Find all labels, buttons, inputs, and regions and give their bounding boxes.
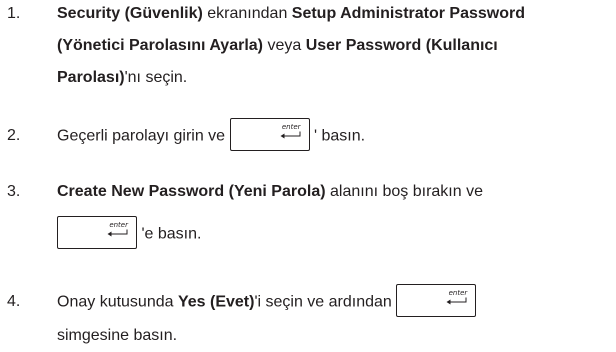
enter-key-icon: enter (229, 118, 310, 151)
step-text-line: simgesine basın. (57, 327, 178, 344)
security-menu-name: Security (Güvenlik) (57, 5, 203, 22)
setup-admin-password-option: Setup Administrator Password (291, 5, 526, 22)
step-text: ' basın. (309, 127, 366, 145)
user-password-translation: Parolası) (57, 69, 125, 86)
step-text: alanını boş bırakın ve (325, 183, 483, 200)
yes-option: Yes (Evet) (177, 293, 255, 311)
step-text: Geçerli parolayı girin ve (57, 127, 230, 145)
user-password-option: User Password (Kullanıcı (305, 37, 498, 54)
step-number: 1. (7, 5, 21, 22)
step-text-line: Security (Güvenlik) ekranından Setup Adm… (57, 0, 613, 28)
step-text-line: Onay kutusunda Yes (Evet)'i seçin ve ard… (57, 284, 613, 317)
step-text: 'e basın. (137, 225, 202, 243)
enter-key-label: enter (109, 221, 128, 229)
step-text: 'nı seçin. (124, 69, 188, 86)
enter-key-icon: enter (396, 284, 477, 317)
step-text: ekranından (202, 5, 292, 22)
enter-key-icon: enter (57, 216, 137, 249)
step-text-line: Create New Password (Yeni Parola) alanın… (57, 178, 613, 206)
step-text: 'i seçin ve ardından (254, 293, 397, 311)
setup-admin-password-translation: (Yönetici Parolasını Ayarla) (57, 37, 263, 54)
step-text-line: Geçerli parolayı girin ve enter ' basın. (57, 118, 613, 151)
return-arrow-icon (107, 229, 128, 237)
enter-key-label: enter (448, 289, 468, 297)
step-text: veya (263, 37, 306, 54)
step-text: Onay kutusunda (57, 293, 178, 311)
return-arrow-icon (446, 297, 467, 305)
step-text-line: Parolası)'nı seçin. (57, 64, 613, 92)
step-number: 4. (7, 293, 21, 310)
step-number: 2. (7, 127, 21, 144)
step-number: 3. (7, 183, 21, 200)
step-text-line: enter 'e basın. (57, 216, 613, 249)
return-arrow-icon (280, 131, 301, 139)
enter-key-label: enter (281, 123, 301, 131)
create-new-password-field: Create New Password (Yeni Parola) (57, 183, 326, 200)
step-text-line: (Yönetici Parolasını Ayarla) veya User P… (57, 32, 613, 60)
